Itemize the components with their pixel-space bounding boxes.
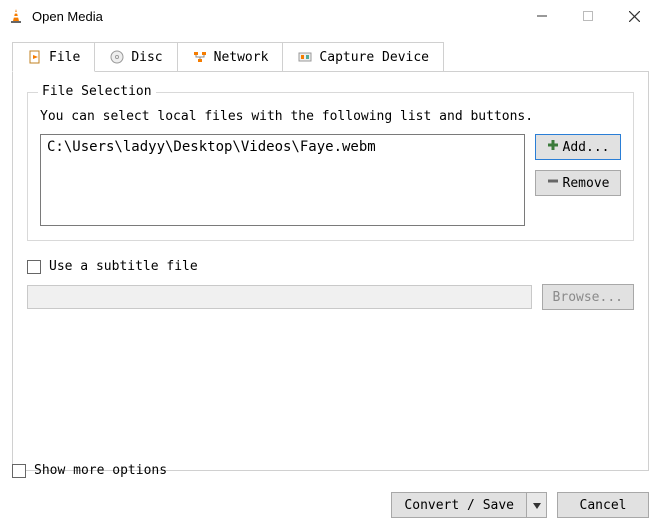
cancel-label: Cancel (580, 498, 627, 513)
convert-save-splitbutton: Convert / Save (391, 492, 547, 518)
tab-label: Disc (131, 50, 162, 65)
add-button[interactable]: Add... (535, 134, 621, 160)
panel-file: File Selection You can select local file… (12, 71, 649, 471)
tab-label: Capture Device (319, 50, 429, 65)
file-icon (27, 49, 43, 65)
show-more-row: Show more options (12, 463, 649, 478)
close-button[interactable] (611, 1, 657, 31)
tab-network[interactable]: Network (177, 42, 284, 72)
show-more-checkbox[interactable] (12, 464, 26, 478)
add-label: Add... (563, 140, 610, 155)
convert-save-button[interactable]: Convert / Save (391, 492, 527, 518)
capture-icon (297, 49, 313, 65)
vlc-cone-icon (8, 8, 24, 24)
group-legend: File Selection (38, 84, 156, 99)
browse-label: Browse... (553, 290, 623, 305)
titlebar: Open Media (0, 0, 661, 32)
minimize-button[interactable] (519, 1, 565, 31)
tab-capture[interactable]: Capture Device (282, 42, 444, 72)
convert-save-dropdown[interactable] (527, 492, 547, 518)
subtitle-checkbox-label[interactable]: Use a subtitle file (49, 259, 198, 274)
file-item[interactable]: C:\Users\ladyy\Desktop\Videos\Faye.webm (47, 139, 518, 155)
subtitle-checkbox-row: Use a subtitle file (27, 259, 634, 274)
network-icon (192, 49, 208, 65)
tab-disc[interactable]: Disc (94, 42, 177, 72)
convert-save-label: Convert / Save (404, 498, 514, 513)
tab-file[interactable]: File (12, 42, 95, 72)
chevron-down-icon (533, 498, 541, 513)
minus-icon (547, 175, 559, 191)
disc-icon (109, 49, 125, 65)
file-list[interactable]: C:\Users\ladyy\Desktop\Videos\Faye.webm (40, 134, 525, 226)
cancel-button[interactable]: Cancel (557, 492, 649, 518)
subtitle-checkbox[interactable] (27, 260, 41, 274)
remove-label: Remove (563, 176, 610, 191)
tab-label: Network (214, 50, 269, 65)
show-more-label[interactable]: Show more options (34, 463, 167, 478)
bottom-bar: Show more options Convert / Save Cancel (0, 455, 661, 528)
window-controls (519, 1, 657, 31)
window-title: Open Media (32, 9, 519, 24)
file-selection-group: File Selection You can select local file… (27, 92, 634, 241)
tab-label: File (49, 50, 80, 65)
subtitle-path-input (27, 285, 532, 309)
maximize-button[interactable] (565, 1, 611, 31)
remove-button[interactable]: Remove (535, 170, 621, 196)
browse-button: Browse... (542, 284, 634, 310)
plus-icon (547, 139, 559, 155)
file-selection-description: You can select local files with the foll… (40, 109, 621, 124)
tabs: File Disc Network Capture Device (12, 42, 649, 72)
